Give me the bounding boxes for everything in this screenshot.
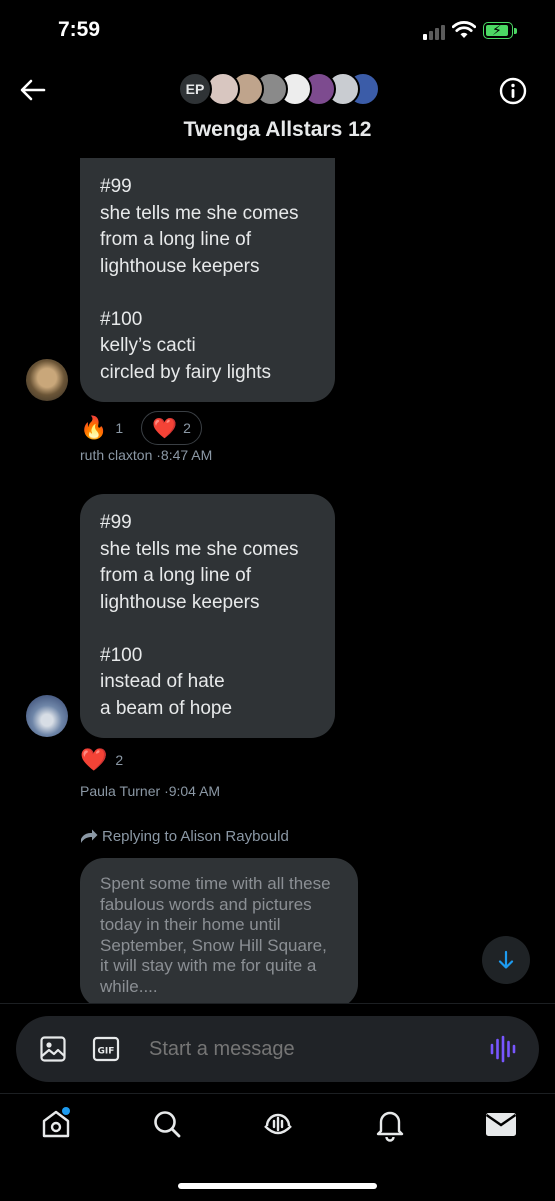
- reaction-heart[interactable]: ❤️ 2: [141, 411, 202, 445]
- heart-icon: ❤️: [152, 417, 178, 440]
- fire-icon: 🔥: [80, 415, 108, 440]
- heart-icon: ❤️: [80, 747, 108, 772]
- conversation-title: Twenga Allstars 12: [183, 118, 372, 141]
- message-bubble[interactable]: #99 she tells me she comes from a long l…: [80, 158, 335, 402]
- cellular-signal-icon: [423, 24, 447, 40]
- message-text: #99 she tells me she comes from a long l…: [100, 512, 299, 719]
- reaction-count: 2: [183, 420, 191, 436]
- info-icon[interactable]: [498, 76, 528, 106]
- reply-arrow-icon: [81, 829, 98, 843]
- message-text: #99 she tells me she comes from a long l…: [100, 176, 299, 383]
- search-icon[interactable]: [149, 1106, 185, 1142]
- quoted-message[interactable]: Spent some time with all these fabulous …: [80, 858, 358, 1008]
- replying-to[interactable]: Replying to Alison Raybould: [80, 828, 289, 845]
- notifications-bell-icon[interactable]: [372, 1106, 408, 1142]
- battery-icon: ⚡: [483, 22, 517, 40]
- status-time: 7:59: [58, 18, 101, 41]
- timestamp: ·8:47 AM: [156, 447, 213, 463]
- notification-dot: [62, 1107, 70, 1115]
- back-arrow-icon[interactable]: [18, 76, 48, 104]
- sender-avatar[interactable]: [26, 695, 68, 737]
- image-icon[interactable]: [39, 1035, 67, 1063]
- sender-avatar[interactable]: [26, 359, 68, 401]
- wifi-icon: [452, 21, 476, 38]
- reaction-fire[interactable]: 🔥 1: [80, 415, 123, 441]
- home-icon[interactable]: [38, 1106, 74, 1142]
- voice-message-icon[interactable]: [488, 1034, 518, 1064]
- reaction-count: 1: [115, 420, 124, 436]
- svg-text:GIF: GIF: [98, 1047, 115, 1057]
- spaces-icon[interactable]: [260, 1106, 296, 1142]
- timestamp: ·9:04 AM: [164, 783, 221, 799]
- gif-icon[interactable]: GIF: [92, 1035, 120, 1063]
- home-indicator: [178, 1183, 377, 1189]
- quoted-text: Spent some time with all these fabulous …: [100, 874, 331, 996]
- scroll-to-bottom-button[interactable]: [482, 936, 530, 984]
- author-name: ruth claxton: [80, 447, 153, 463]
- message-meta: ruth claxton ·8:47 AM: [80, 447, 212, 463]
- message-bubble[interactable]: #99 she tells me she comes from a long l…: [80, 494, 335, 738]
- arrow-down-icon: [498, 950, 514, 969]
- reaction-heart[interactable]: ❤️ 2: [80, 747, 123, 773]
- message-meta: Paula Turner ·9:04 AM: [80, 783, 220, 799]
- message-input[interactable]: [149, 1030, 449, 1068]
- avatar-initials: EP: [178, 72, 212, 106]
- author-name: Paula Turner: [80, 783, 161, 799]
- reaction-count: 2: [115, 752, 124, 768]
- group-avatars[interactable]: EP: [178, 72, 380, 108]
- messages-envelope-icon[interactable]: [483, 1106, 519, 1142]
- replying-to-label: Replying to Alison Raybould: [102, 828, 289, 845]
